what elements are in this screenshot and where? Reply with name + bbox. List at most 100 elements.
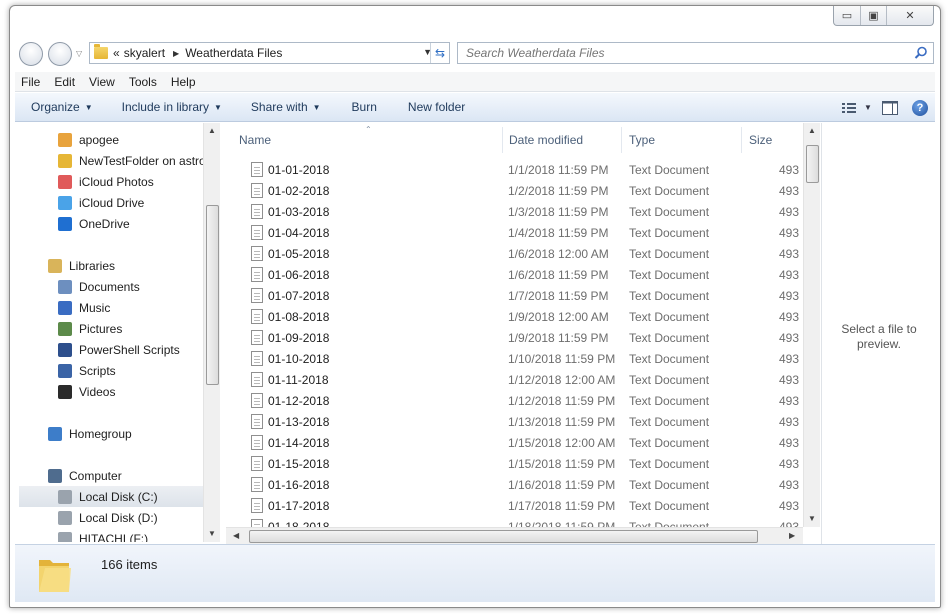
text-document-icon	[251, 519, 263, 527]
change-view-button[interactable]: ▼	[839, 102, 875, 114]
minimize-button[interactable]: ▭	[834, 6, 861, 25]
column-date-modified[interactable]: Date modified	[509, 133, 583, 147]
nav-item-10[interactable]: Scripts	[58, 360, 116, 381]
file-list-horizontal-scrollbar[interactable]: ◀ ▶	[226, 527, 803, 544]
column-divider[interactable]	[621, 127, 622, 153]
preview-pane-button[interactable]	[875, 93, 905, 122]
column-divider[interactable]	[502, 127, 503, 153]
file-row[interactable]: 01-11-2018 1/12/2018 12:00 AM Text Documen…	[226, 369, 811, 390]
close-button[interactable]: ✕	[887, 6, 933, 25]
organize-button[interactable]: Organize ▼	[31, 100, 93, 114]
file-row[interactable]: 01-04-2018 1/4/2018 11:59 PM Text Document…	[226, 222, 811, 243]
file-list-vertical-scrollbar[interactable]: ▲ ▼	[803, 123, 820, 527]
text-document-icon	[251, 330, 263, 345]
nav-item-0[interactable]: apogee	[58, 129, 119, 150]
nav-item-15[interactable]: Local Disk (D:)	[58, 507, 158, 528]
nav-scrollbar[interactable]: ▲ ▼	[203, 123, 220, 542]
file-row[interactable]: 01-09-2018 1/9/2018 11:59 PM Text Document…	[226, 327, 811, 348]
help-button[interactable]: ?	[905, 99, 935, 116]
vertical-scroll-thumb[interactable]	[806, 145, 819, 183]
text-document-icon	[251, 477, 263, 492]
maximize-button[interactable]: ▣	[861, 6, 887, 25]
file-row[interactable]: 01-08-2018 1/9/2018 12:00 AM Text Document…	[226, 306, 811, 327]
file-row[interactable]: 01-06-2018 1/6/2018 11:59 PM Text Document…	[226, 264, 811, 285]
nav-item-6[interactable]: Documents	[58, 276, 140, 297]
file-row[interactable]: 01-14-2018 1/15/2018 12:00 AM Text Documen…	[226, 432, 811, 453]
breadcrumb-separator-icon[interactable]: ▶	[173, 49, 179, 58]
file-row[interactable]: 01-17-2018 1/17/2018 11:59 PM Text Documen…	[226, 495, 811, 516]
nav-item-label: Videos	[79, 384, 116, 399]
scroll-down-icon[interactable]: ▼	[208, 529, 216, 538]
search-input[interactable]	[466, 46, 906, 60]
nav-item-8[interactable]: Pictures	[58, 318, 122, 339]
search-box[interactable]	[457, 42, 934, 64]
file-row[interactable]: 01-12-2018 1/12/2018 11:59 PM Text Documen…	[226, 390, 811, 411]
back-button[interactable]	[19, 42, 43, 66]
column-size[interactable]: Size	[749, 133, 772, 147]
nav-item-label: Local Disk (D:)	[79, 510, 158, 525]
chevron-down-icon[interactable]: ▼	[864, 103, 872, 112]
file-row[interactable]: 01-03-2018 1/3/2018 11:59 PM Text Document…	[226, 201, 811, 222]
menu-view[interactable]: View	[83, 75, 121, 89]
file-row[interactable]: 01-05-2018 1/6/2018 12:00 AM Text Document…	[226, 243, 811, 264]
menu-tools[interactable]: Tools	[123, 75, 163, 89]
recent-pages-chevron-icon[interactable]: ▽	[76, 49, 82, 58]
column-divider[interactable]	[741, 127, 742, 153]
file-type: Text Document	[629, 163, 710, 177]
forward-button[interactable]	[48, 42, 72, 66]
horizontal-scroll-thumb[interactable]	[249, 530, 758, 543]
text-document-icon	[251, 288, 263, 303]
menu-file[interactable]: File	[15, 75, 46, 89]
nav-item-13[interactable]: Computer	[48, 465, 122, 486]
file-row[interactable]: 01-10-2018 1/10/2018 11:59 PM Text Documen…	[226, 348, 811, 369]
breadcrumb-weatherdata-files[interactable]: Weatherdata Files	[185, 46, 282, 60]
scroll-left-icon[interactable]: ◀	[233, 531, 239, 540]
menu-edit[interactable]: Edit	[48, 75, 81, 89]
nav-item-11[interactable]: Videos	[58, 381, 115, 402]
file-row[interactable]: 01-13-2018 1/13/2018 11:59 PM Text Documen…	[226, 411, 811, 432]
address-bar[interactable]: « skyalert ▶ Weatherdata Files ▼ ⇆	[89, 42, 450, 64]
nav-item-7[interactable]: Music	[58, 297, 110, 318]
share-with-button[interactable]: Share with ▼	[251, 100, 321, 114]
refresh-button[interactable]: ⇆	[430, 43, 449, 63]
nav-item-9[interactable]: PowerShell Scripts	[58, 339, 180, 360]
disk-icon	[58, 489, 72, 504]
file-row[interactable]: 01-01-2018 1/1/2018 11:59 PM Text Document…	[226, 159, 811, 180]
column-name[interactable]: Name	[239, 133, 271, 147]
nav-item-16[interactable]: HITACHI (F:)	[58, 528, 148, 542]
breadcrumb-skyalert[interactable]: skyalert	[124, 46, 165, 60]
preview-pane: Select a file to preview.	[821, 123, 935, 544]
scroll-right-icon[interactable]: ▶	[789, 531, 795, 540]
file-name: 01-04-2018	[268, 226, 330, 240]
file-row[interactable]: 01-15-2018 1/15/2018 11:59 PM Text Documen…	[226, 453, 811, 474]
file-row[interactable]: 01-16-2018 1/16/2018 11:59 PM Text Documen…	[226, 474, 811, 495]
nav-item-label: iCloud Photos	[79, 174, 154, 189]
breadcrumb-overflow[interactable]: «	[113, 46, 120, 60]
scroll-up-icon[interactable]: ▲	[808, 126, 816, 135]
search-icon[interactable]	[914, 46, 928, 60]
burn-button[interactable]: Burn	[352, 100, 377, 114]
videos-icon	[58, 384, 72, 399]
file-name: 01-12-2018	[268, 394, 330, 408]
nav-item-4[interactable]: OneDrive	[58, 213, 130, 234]
nav-scroll-thumb[interactable]	[206, 205, 219, 385]
file-row[interactable]: 01-07-2018 1/7/2018 11:59 PM Text Document…	[226, 285, 811, 306]
scroll-up-icon[interactable]: ▲	[208, 126, 216, 135]
column-type[interactable]: Type	[629, 133, 655, 147]
file-row[interactable]: 01-02-2018 1/2/2018 11:59 PM Text Document…	[226, 180, 811, 201]
new-folder-button[interactable]: New folder	[408, 100, 465, 114]
nav-item-2[interactable]: iCloud Photos	[58, 171, 154, 192]
file-date-modified: 1/18/2018 11:59 PM	[508, 520, 616, 527]
nav-item-14[interactable]: Local Disk (C:)	[19, 486, 203, 507]
nav-item-label: OneDrive	[79, 216, 130, 231]
include-in-library-button[interactable]: Include in library ▼	[122, 100, 222, 114]
documents-icon	[58, 279, 72, 294]
file-row[interactable]: 01-18-2018 1/18/2018 11:59 PM Text Documen…	[226, 516, 811, 527]
nav-item-5[interactable]: Libraries	[48, 255, 115, 276]
nav-item-1[interactable]: NewTestFolder on astrobox	[58, 150, 220, 171]
file-name: 01-02-2018	[268, 184, 330, 198]
menu-help[interactable]: Help	[165, 75, 202, 89]
scroll-down-icon[interactable]: ▼	[808, 514, 816, 523]
nav-item-12[interactable]: Homegroup	[48, 423, 132, 444]
nav-item-3[interactable]: iCloud Drive	[58, 192, 144, 213]
